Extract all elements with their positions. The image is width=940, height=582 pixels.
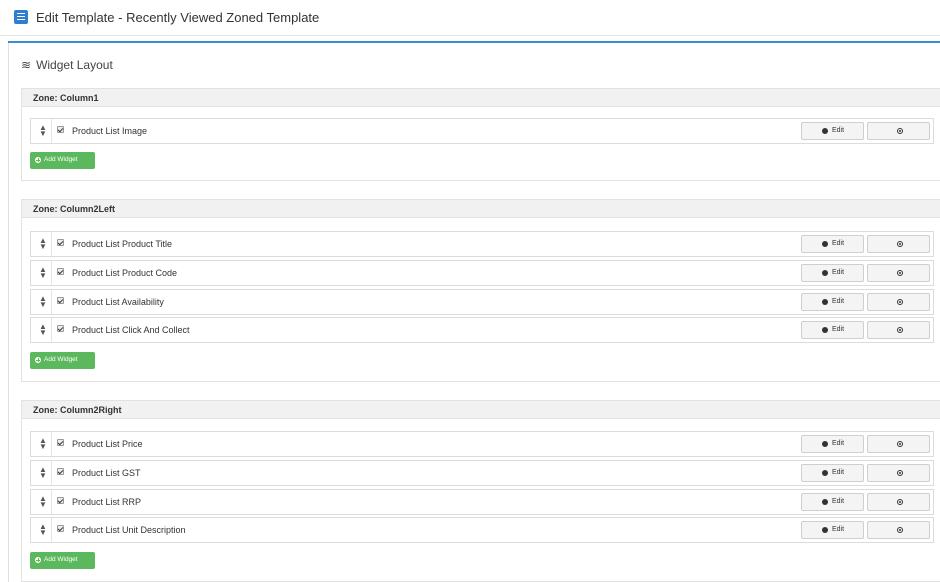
widget-row[interactable]: ▲ ▼ Product List GST Edit bbox=[30, 460, 934, 486]
widget-row[interactable]: ▲ ▼ Product List Price Edit bbox=[30, 431, 934, 457]
widget-checkbox[interactable] bbox=[57, 126, 64, 133]
page-header: Edit Template - Recently Viewed Zoned Te… bbox=[0, 0, 940, 36]
gear-icon bbox=[822, 270, 828, 276]
plus-circle-icon bbox=[35, 357, 41, 363]
target-icon bbox=[897, 441, 903, 447]
widget-checkbox[interactable] bbox=[57, 468, 64, 475]
gear-icon bbox=[822, 299, 828, 305]
widget-checkbox[interactable] bbox=[57, 268, 64, 275]
widget-row[interactable]: ▲ ▼ Product List Unit Description Edit bbox=[30, 517, 934, 543]
sort-handle-icon[interactable]: ▲ ▼ bbox=[39, 323, 47, 337]
target-icon bbox=[897, 499, 903, 505]
edit-button[interactable]: Edit bbox=[801, 464, 864, 482]
widget-checkbox[interactable] bbox=[57, 297, 64, 304]
widget-row[interactable]: ▲ ▼ Product List RRP Edit bbox=[30, 489, 934, 515]
zone-column1: Zone: Column1 ▲ ▼ Product List Image Edit… bbox=[21, 88, 940, 181]
widget-label: Product List Image bbox=[72, 126, 148, 136]
edit-button[interactable]: Edit bbox=[801, 122, 864, 140]
target-button[interactable] bbox=[867, 122, 930, 140]
zone-title: Zone: Column2Right bbox=[22, 401, 940, 419]
target-button[interactable] bbox=[867, 235, 930, 253]
widget-label: Product List Unit Description bbox=[72, 525, 186, 535]
plus-circle-icon bbox=[35, 557, 41, 563]
plus-circle-icon bbox=[35, 157, 41, 163]
gear-icon bbox=[822, 128, 828, 134]
widget-row[interactable]: ▲ ▼ Product List Product Title Edit bbox=[30, 231, 934, 257]
edit-button[interactable]: Edit bbox=[801, 521, 864, 539]
edit-button[interactable]: Edit bbox=[801, 493, 864, 511]
sort-handle-icon[interactable]: ▲ ▼ bbox=[39, 266, 47, 280]
target-button[interactable] bbox=[867, 264, 930, 282]
zone-title: Zone: Column2Left bbox=[22, 200, 940, 218]
target-button[interactable] bbox=[867, 321, 930, 339]
waves-icon: ≋ bbox=[21, 58, 32, 72]
zone-column2left: Zone: Column2Left ▲ ▼ Product List Produc… bbox=[21, 199, 940, 382]
target-icon bbox=[897, 299, 903, 305]
edit-button[interactable]: Edit bbox=[801, 235, 864, 253]
target-button[interactable] bbox=[867, 464, 930, 482]
widget-row[interactable]: ▲ ▼ Product List Image Edit bbox=[30, 118, 934, 144]
sort-handle-icon[interactable]: ▲ ▼ bbox=[39, 124, 47, 138]
edit-button[interactable]: Edit bbox=[801, 264, 864, 282]
zone-column2right: Zone: Column2Right ▲ ▼ Product List Price… bbox=[21, 400, 940, 582]
target-button[interactable] bbox=[867, 293, 930, 311]
widget-label: Product List Availability bbox=[72, 297, 164, 307]
document-icon bbox=[14, 10, 28, 24]
sort-handle-icon[interactable]: ▲ ▼ bbox=[39, 437, 47, 451]
widget-label: Product List Click And Collect bbox=[72, 325, 190, 335]
widget-layout-title: Widget Layout bbox=[36, 58, 113, 72]
target-button[interactable] bbox=[867, 435, 930, 453]
sort-handle-icon[interactable]: ▲ ▼ bbox=[39, 237, 47, 251]
gear-icon bbox=[822, 527, 828, 533]
edit-button[interactable]: Edit bbox=[801, 293, 864, 311]
widget-checkbox[interactable] bbox=[57, 325, 64, 332]
widget-label: Product List RRP bbox=[72, 497, 142, 507]
target-icon bbox=[897, 527, 903, 533]
widget-label: Product List GST bbox=[72, 468, 141, 478]
target-button[interactable] bbox=[867, 521, 930, 539]
widget-label: Product List Price bbox=[72, 439, 143, 449]
add-widget-button[interactable]: Add Widget bbox=[30, 152, 95, 169]
widget-layout-heading: ≋ Widget Layout bbox=[21, 58, 113, 72]
gear-icon bbox=[822, 241, 828, 247]
widget-checkbox[interactable] bbox=[57, 525, 64, 532]
page-title: Edit Template - Recently Viewed Zoned Te… bbox=[36, 10, 320, 25]
widget-label: Product List Product Title bbox=[72, 239, 173, 249]
widget-checkbox[interactable] bbox=[57, 239, 64, 246]
widget-checkbox[interactable] bbox=[57, 497, 64, 504]
sort-handle-icon[interactable]: ▲ ▼ bbox=[39, 295, 47, 309]
gear-icon bbox=[822, 327, 828, 333]
sort-handle-icon[interactable]: ▲ ▼ bbox=[39, 495, 47, 509]
sort-handle-icon[interactable]: ▲ ▼ bbox=[39, 466, 47, 480]
target-icon bbox=[897, 327, 903, 333]
gear-icon bbox=[822, 470, 828, 476]
gear-icon bbox=[822, 499, 828, 505]
widget-row[interactable]: ▲ ▼ Product List Availability Edit bbox=[30, 289, 934, 315]
main-panel: ≋ Widget Layout Zone: Column1 ▲ ▼ Product … bbox=[8, 43, 940, 582]
edit-button[interactable]: Edit bbox=[801, 321, 864, 339]
widget-checkbox[interactable] bbox=[57, 439, 64, 446]
edit-button[interactable]: Edit bbox=[801, 435, 864, 453]
target-button[interactable] bbox=[867, 493, 930, 511]
widget-row[interactable]: ▲ ▼ Product List Click And Collect Edit bbox=[30, 317, 934, 343]
add-widget-button[interactable]: Add Widget bbox=[30, 552, 95, 569]
target-icon bbox=[897, 241, 903, 247]
target-icon bbox=[897, 270, 903, 276]
add-widget-button[interactable]: Add Widget bbox=[30, 352, 95, 369]
widget-label: Product List Product Code bbox=[72, 268, 178, 278]
gear-icon bbox=[822, 441, 828, 447]
target-icon bbox=[897, 128, 903, 134]
widget-row[interactable]: ▲ ▼ Product List Product Code Edit bbox=[30, 260, 934, 286]
zone-title: Zone: Column1 bbox=[22, 89, 940, 107]
sort-handle-icon[interactable]: ▲ ▼ bbox=[39, 523, 47, 537]
target-icon bbox=[897, 470, 903, 476]
